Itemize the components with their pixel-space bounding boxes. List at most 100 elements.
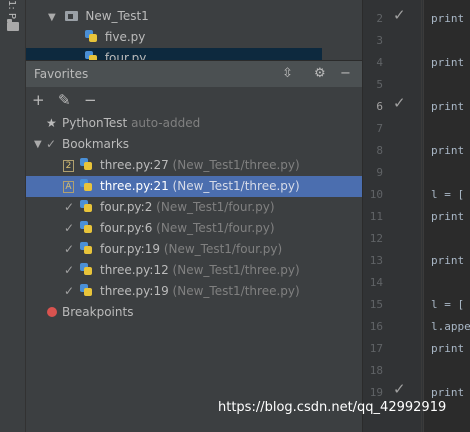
code-line: print bbox=[431, 210, 465, 223]
line-number: 4 bbox=[376, 56, 383, 69]
tree-item-label: four.py bbox=[104, 51, 147, 60]
favorites-header: Favorites ⇳ ⚙ − bbox=[26, 61, 362, 87]
line-number: 19 bbox=[369, 386, 383, 399]
favorites-toolbar: + ✎ − bbox=[26, 87, 362, 113]
edit-icon[interactable]: ✎ bbox=[58, 91, 71, 109]
bookmarks-label: Bookmarks bbox=[62, 137, 130, 151]
bookmark-mnemonic-icon: 2 bbox=[63, 160, 74, 172]
breakpoint-icon bbox=[47, 307, 57, 317]
gear-icon[interactable]: ⚙ bbox=[314, 65, 326, 83]
line-number: 2 bbox=[376, 12, 383, 25]
favorites-item-bookmarks[interactable]: ▼ ✓ Bookmarks bbox=[26, 134, 362, 155]
line-number: 9 bbox=[376, 166, 383, 179]
python-file-icon bbox=[79, 262, 93, 276]
bookmark-item[interactable]: ✓ four.py:19 (New_Test1/four.py) bbox=[26, 239, 362, 260]
python-file-icon bbox=[79, 178, 93, 192]
bookmark-check-icon: ✓ bbox=[64, 221, 75, 235]
bookmark-check-icon: ✓ bbox=[64, 200, 75, 214]
line-number: 17 bbox=[369, 342, 383, 355]
code-editor[interactable]: print print print print l = [ print prin… bbox=[424, 0, 470, 432]
bookmark-location: (New_Test1/three.py) bbox=[172, 158, 300, 172]
folder-icon bbox=[64, 11, 78, 21]
bookmark-check-icon[interactable]: ✓ bbox=[393, 6, 406, 24]
project-name: PythonTest bbox=[62, 116, 128, 130]
collapse-icon[interactable]: ⇳ bbox=[282, 65, 293, 83]
watermark-text: https://blog.csdn.net/qq_42992919 bbox=[218, 400, 447, 415]
python-file-icon bbox=[79, 199, 93, 213]
code-line: print bbox=[431, 254, 465, 267]
line-number: 18 bbox=[369, 364, 383, 377]
code-line: print bbox=[431, 100, 465, 113]
bookmark-name: four.py:19 bbox=[100, 242, 160, 256]
left-tool-strip: 1: P bbox=[0, 0, 26, 432]
expand-arrow-icon[interactable]: ▼ bbox=[34, 134, 42, 155]
code-line: print bbox=[431, 56, 465, 69]
line-number: 12 bbox=[369, 232, 383, 245]
python-file-icon bbox=[84, 29, 98, 43]
project-tree: ▼ New_Test1 five.py four.py bbox=[26, 0, 362, 60]
bookmark-name: three.py:19 bbox=[100, 284, 169, 298]
star-icon: ★ bbox=[46, 116, 57, 130]
bookmark-item[interactable]: ✓ four.py:2 (New_Test1/four.py) bbox=[26, 197, 362, 218]
line-number: 8 bbox=[376, 144, 383, 157]
bookmark-check-icon: ✓ bbox=[64, 242, 75, 256]
code-line: l = [ bbox=[431, 188, 465, 201]
code-line: l.appe bbox=[431, 320, 470, 333]
line-number: 14 bbox=[369, 276, 383, 289]
python-file-icon bbox=[79, 157, 93, 171]
editor-gutter: 2 ✓ 3 4 5 6 ✓ 7 8 9 10 11 12 13 14 15 16… bbox=[362, 0, 424, 432]
bookmark-check-icon: ✓ bbox=[64, 263, 75, 277]
line-number: 10 bbox=[369, 188, 383, 201]
bookmark-item[interactable]: 2 three.py:27 (New_Test1/three.py) bbox=[26, 155, 362, 176]
bookmark-location: (New_Test1/four.py) bbox=[163, 242, 283, 256]
bookmark-item[interactable]: ✓ three.py:19 (New_Test1/three.py) bbox=[26, 281, 362, 302]
bookmark-name: three.py:12 bbox=[100, 263, 169, 277]
tree-item-new-test1[interactable]: ▼ New_Test1 bbox=[48, 6, 149, 26]
folder-icon[interactable] bbox=[7, 19, 19, 31]
line-number: 11 bbox=[369, 210, 383, 223]
line-number: 5 bbox=[376, 78, 383, 91]
tree-item-label: five.py bbox=[104, 30, 146, 44]
line-number: 13 bbox=[369, 254, 383, 267]
line-number: 7 bbox=[376, 122, 383, 135]
minimize-icon[interactable]: − bbox=[340, 65, 351, 83]
bookmark-location: (New_Test1/three.py) bbox=[172, 263, 300, 277]
project-tool-tab[interactable]: 1: P bbox=[6, 0, 17, 19]
python-file-icon bbox=[79, 220, 93, 234]
favorites-item-pythontest[interactable]: ★ PythonTest auto-added bbox=[26, 113, 362, 134]
line-number: 6 bbox=[376, 100, 383, 113]
bookmark-check-icon[interactable]: ✓ bbox=[393, 94, 406, 112]
python-file-icon bbox=[84, 50, 98, 60]
tree-selection-highlight bbox=[26, 48, 322, 60]
bookmark-check-icon[interactable]: ✓ bbox=[393, 380, 406, 398]
tree-item-label: New_Test1 bbox=[85, 9, 149, 23]
bookmark-item[interactable]: ✓ four.py:6 (New_Test1/four.py) bbox=[26, 218, 362, 239]
tree-item-five-py[interactable]: five.py bbox=[84, 27, 145, 47]
bookmark-item[interactable]: ✓ three.py:12 (New_Test1/three.py) bbox=[26, 260, 362, 281]
bookmark-item-selected[interactable]: A three.py:21 (New_Test1/three.py) bbox=[26, 176, 362, 197]
python-file-icon bbox=[79, 283, 93, 297]
add-icon[interactable]: + bbox=[32, 91, 45, 109]
project-note: auto-added bbox=[131, 116, 201, 130]
line-number: 15 bbox=[369, 298, 383, 311]
favorites-panel: Favorites ⇳ ⚙ − + ✎ − ★ PythonTest auto-… bbox=[26, 60, 362, 432]
python-file-icon bbox=[79, 241, 93, 255]
line-number: 3 bbox=[376, 34, 383, 47]
panel-title: Favorites bbox=[34, 67, 89, 81]
expand-arrow-icon[interactable]: ▼ bbox=[48, 8, 56, 28]
code-line: print bbox=[431, 144, 465, 157]
bookmark-location: (New_Test1/three.py) bbox=[172, 179, 300, 193]
code-line: print bbox=[431, 386, 465, 399]
bookmark-location: (New_Test1/four.py) bbox=[156, 221, 275, 235]
bookmark-mnemonic-icon: A bbox=[63, 181, 74, 193]
bookmark-check-icon: ✓ bbox=[64, 284, 75, 298]
tree-item-four-py[interactable]: four.py bbox=[84, 48, 146, 60]
favorites-item-breakpoints[interactable]: Breakpoints bbox=[26, 302, 362, 323]
bookmark-location: (New_Test1/four.py) bbox=[156, 200, 275, 214]
code-line: print bbox=[431, 342, 465, 355]
gutter-divider bbox=[421, 0, 422, 432]
line-number: 16 bbox=[369, 320, 383, 333]
bookmark-check-icon: ✓ bbox=[46, 137, 57, 151]
remove-icon[interactable]: − bbox=[84, 91, 97, 109]
code-line: l = [ bbox=[431, 298, 465, 311]
